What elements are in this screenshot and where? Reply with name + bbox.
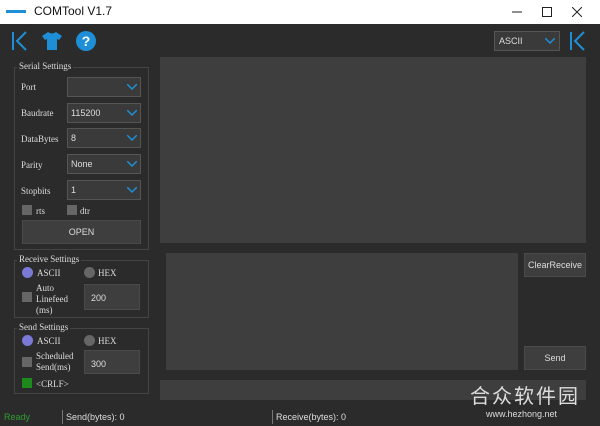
watermark: 合众软件园 www.hezhong.net [470, 380, 580, 419]
rts-checkbox[interactable] [22, 205, 32, 215]
close-icon [572, 7, 582, 17]
baudrate-select[interactable]: 115200 [67, 103, 141, 123]
receive-hex-label: HEX [98, 268, 117, 278]
chevron-down-icon [541, 32, 559, 50]
encoding-value: ASCII [499, 36, 523, 46]
open-button[interactable]: OPEN [22, 220, 141, 244]
clear-receive-button[interactable]: ClearReceive [524, 253, 586, 277]
scheduled-send-label-2: Send(ms) [36, 362, 71, 372]
port-label: Port [21, 82, 37, 92]
databytes-select[interactable]: 8 [67, 128, 141, 148]
help-button[interactable]: ? [74, 29, 98, 53]
receive-ascii-radio[interactable] [22, 267, 33, 278]
minimize-button[interactable] [502, 0, 532, 24]
minimize-icon [512, 11, 522, 13]
send-hex-radio[interactable] [84, 335, 95, 346]
serial-settings-title: Serial Settings [17, 61, 74, 71]
chevron-down-icon [124, 104, 140, 122]
status-separator [272, 410, 273, 424]
window-title: COMTool V1.7 [34, 4, 113, 18]
dtr-label: dtr [80, 206, 90, 216]
title-bar: COMTool V1.7 [0, 0, 600, 24]
encoding-select[interactable]: ASCII [494, 31, 560, 51]
sent-bytes: Send(bytes): 0 [66, 412, 125, 422]
chevron-down-icon [124, 155, 140, 173]
stopbits-select[interactable]: 1 [67, 180, 141, 200]
svg-text:?: ? [82, 33, 91, 49]
send-text-area[interactable] [166, 253, 518, 370]
status-separator [62, 410, 63, 424]
receive-settings-title: Receive Settings [17, 254, 82, 264]
scheduled-send-label-1: Scheduled [36, 351, 74, 361]
receive-ascii-label: ASCII [37, 268, 61, 278]
linefeed-ms-value: 200 [91, 293, 107, 303]
watermark-url: www.hezhong.net [486, 409, 558, 419]
baudrate-value: 115200 [71, 108, 101, 118]
send-hex-label: HEX [98, 336, 117, 346]
dtr-checkbox[interactable] [67, 205, 77, 215]
baudrate-label: Baudrate [21, 108, 54, 118]
status-ready: Ready [4, 412, 31, 422]
auto-linefeed-checkbox[interactable] [22, 292, 32, 302]
collapse-left-button[interactable] [8, 29, 32, 53]
app-icon [6, 10, 26, 13]
scheduled-send-ms-value: 300 [91, 359, 107, 369]
crlf-checkbox[interactable] [22, 378, 32, 388]
close-button[interactable] [562, 0, 592, 24]
send-ascii-radio[interactable] [22, 335, 33, 346]
send-button[interactable]: Send [524, 346, 586, 370]
scheduled-send-checkbox[interactable] [22, 357, 32, 367]
linefeed-ms-input[interactable]: 200 [84, 284, 140, 310]
receive-text-area[interactable] [160, 57, 586, 243]
parity-value: None [71, 159, 93, 169]
stopbits-label: Stopbits [21, 186, 51, 196]
auto-linefeed-label-3: (ms) [36, 305, 53, 315]
scheduled-send-ms-input[interactable]: 300 [84, 350, 140, 374]
watermark-cn: 合众软件园 [470, 384, 580, 408]
send-ascii-label: ASCII [37, 336, 61, 346]
chevron-down-icon [124, 78, 140, 96]
stopbits-value: 1 [71, 185, 77, 195]
collapse-icon [570, 31, 585, 51]
databytes-label: DataBytes [21, 134, 59, 144]
chevron-down-icon [124, 129, 140, 147]
parity-select[interactable]: None [67, 154, 141, 174]
collapse-left-icon [12, 31, 27, 51]
chevron-down-icon [124, 181, 140, 199]
tshirt-icon [42, 32, 62, 50]
help-icon: ? [76, 31, 96, 51]
auto-linefeed-label-1: Auto [36, 283, 54, 293]
send-settings-title: Send Settings [17, 322, 71, 332]
skin-button[interactable] [40, 29, 64, 53]
collapse-right-button[interactable] [566, 29, 590, 53]
receive-hex-radio[interactable] [84, 267, 95, 278]
databytes-value: 8 [71, 133, 77, 143]
maximize-button[interactable] [532, 0, 562, 24]
auto-linefeed-label-2: Linefeed [36, 294, 68, 304]
crlf-label: <CRLF> [36, 379, 69, 389]
maximize-icon [542, 7, 552, 17]
rts-label: rts [36, 206, 45, 216]
received-bytes: Receive(bytes): 0 [276, 412, 347, 422]
parity-label: Parity [21, 160, 43, 170]
port-select[interactable] [67, 77, 141, 97]
